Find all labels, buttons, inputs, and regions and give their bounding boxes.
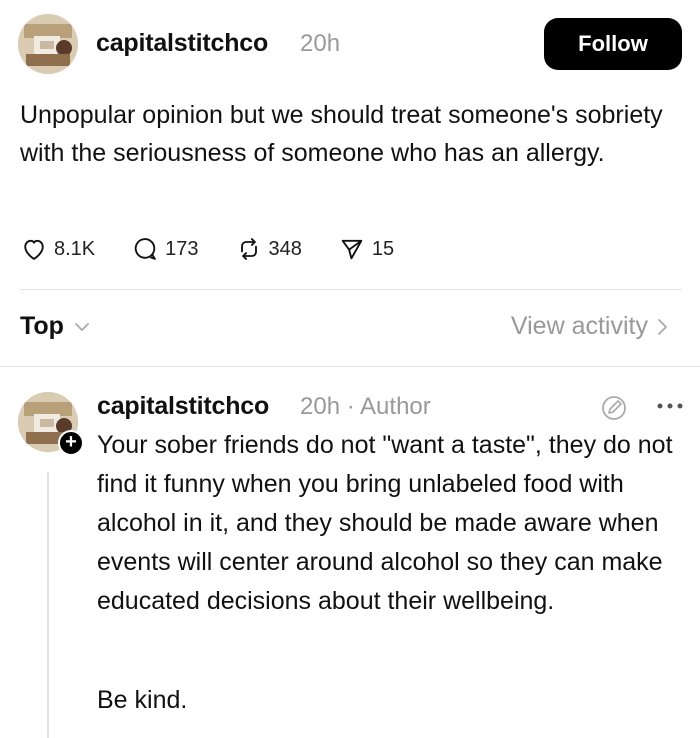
avatar[interactable] (18, 14, 78, 74)
view-activity-link[interactable]: View activity (511, 312, 672, 341)
replies-sort-bar: Top View activity (20, 308, 672, 348)
plus-icon[interactable]: + (58, 430, 84, 456)
reply-meta: 20h · Author (300, 393, 431, 420)
repost-icon (240, 238, 257, 260)
more-options-icon[interactable] (654, 394, 686, 418)
sort-label: Top (20, 312, 64, 340)
post-header: capitalstitchco 20h Follow (18, 14, 682, 74)
edit-icon[interactable] (598, 392, 630, 424)
divider (20, 289, 682, 290)
avatar-image-icon (18, 14, 78, 74)
comment-button[interactable]: 173 (131, 235, 199, 263)
send-icon (341, 239, 363, 260)
view-activity-label: View activity (510, 312, 648, 340)
heart-icon (24, 239, 44, 260)
chevron-down-icon (75, 322, 89, 331)
like-button[interactable]: 8.1K (20, 235, 95, 263)
post-timestamp: 20h (300, 30, 341, 57)
follow-button[interactable]: Follow (544, 18, 682, 70)
divider (0, 366, 700, 367)
post-username[interactable]: capitalstitchco (96, 29, 268, 58)
sort-dropdown[interactable]: Top (20, 312, 92, 341)
share-count: 15 (371, 237, 395, 260)
like-count: 8.1K (54, 237, 96, 260)
comment-count: 173 (165, 237, 199, 260)
reply-item: + capitalstitchco 20h · Author Your sobe… (18, 388, 683, 738)
reply-sign-off: Be kind. (97, 686, 188, 714)
share-button[interactable]: 15 (338, 235, 394, 263)
thread-line (47, 472, 49, 738)
post-text: Unpopular opinion but we should treat so… (20, 101, 663, 167)
chevron-right-icon (658, 318, 667, 335)
reply-text: Your sober friends do not "want a taste"… (97, 431, 673, 615)
post-actions: 8.1K 173 348 15 (20, 232, 430, 266)
repost-count: 348 (268, 237, 302, 260)
repost-button[interactable]: 348 (235, 235, 302, 263)
comment-icon (134, 238, 157, 260)
reply-username[interactable]: capitalstitchco (97, 392, 269, 421)
